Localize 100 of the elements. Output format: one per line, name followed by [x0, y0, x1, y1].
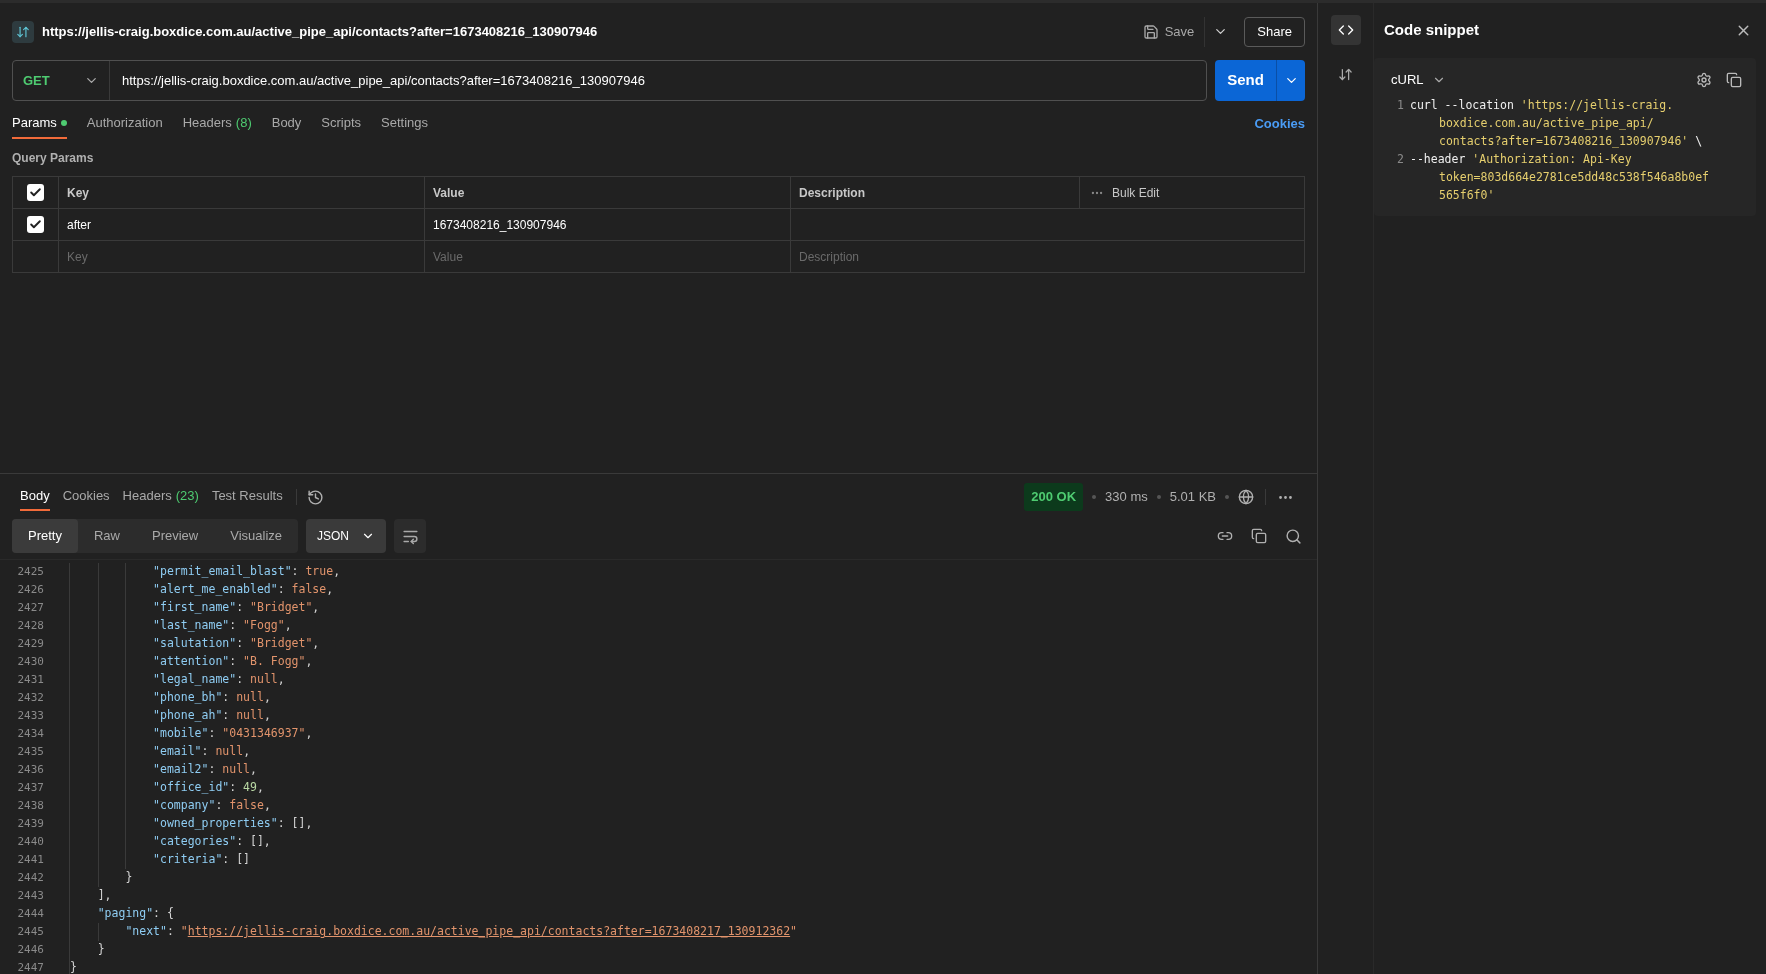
- check-icon: [29, 186, 42, 199]
- request-tab[interactable]: Params: [12, 109, 67, 139]
- status-badge: 200 OK: [1024, 483, 1084, 511]
- code-line: "email": null,: [152, 743, 251, 761]
- code-line: "criteria": []: [152, 851, 251, 869]
- line-number: 2430: [16, 653, 44, 670]
- url-bar[interactable]: GET https://jellis-craig.boxdice.com.au/active_pipe_api/contacts?after=1673408216_130907946: [12, 60, 1207, 101]
- code-line: }: [124, 869, 133, 887]
- copy-icon[interactable]: [1251, 528, 1267, 544]
- request-tab[interactable]: Settings: [381, 109, 429, 139]
- history-icon[interactable]: [306, 488, 324, 506]
- line-number: 2444: [16, 905, 44, 922]
- send-button[interactable]: Send: [1215, 60, 1277, 101]
- save-button[interactable]: Save: [1140, 16, 1197, 47]
- code-line: "paging": {: [96, 905, 174, 923]
- line-number: 2438: [16, 797, 44, 814]
- share-button[interactable]: Share: [1244, 16, 1305, 47]
- request-title: https://jellis-craig.boxdice.com.au/active_pipe_api/contacts?after=1673408216_130907946: [42, 22, 598, 41]
- code-line: "email2": null,: [152, 761, 257, 779]
- line-number: 2428: [16, 617, 44, 634]
- column-header: Key: [58, 177, 424, 208]
- method-select[interactable]: GET: [13, 61, 110, 100]
- line-number: 2436: [16, 761, 44, 778]
- request-tab[interactable]: Headers (8): [182, 109, 252, 139]
- code-line: --header 'Authorization: Api-Key: [1410, 150, 1632, 168]
- globe-icon[interactable]: [1238, 489, 1254, 505]
- column-header: Description: [790, 177, 1079, 208]
- line-number: 2440: [16, 833, 44, 850]
- line-number: 2441: [16, 851, 44, 868]
- section-title: Query Params: [12, 150, 95, 167]
- line-number: 2427: [16, 599, 44, 616]
- panel-title: Code snippet: [1384, 20, 1479, 41]
- code-line: "phone_ah": null,: [152, 707, 271, 725]
- line-number: 2435: [16, 743, 44, 760]
- line-number: 2442: [16, 869, 44, 886]
- format-select[interactable]: JSON: [306, 519, 387, 553]
- code-line: contacts?after=1673408216_130907946' \: [1438, 132, 1703, 150]
- response-tab[interactable]: Body: [20, 483, 50, 511]
- line-number: 2446: [16, 941, 44, 958]
- code-line: "last_name": "Fogg",: [152, 617, 292, 635]
- code-line: "legal_name": null,: [152, 671, 285, 689]
- save-icon: [1142, 23, 1159, 40]
- code-line: "company": false,: [152, 797, 271, 815]
- response-tab[interactable]: Headers (23): [122, 483, 199, 511]
- line-number: 2443: [16, 887, 44, 904]
- checkbox[interactable]: [27, 184, 44, 201]
- code-line: }: [96, 941, 105, 959]
- checkbox[interactable]: [27, 216, 44, 233]
- code-line: ],: [96, 887, 112, 905]
- code-line: "attention": "B. Fogg",: [152, 653, 313, 671]
- view-mode-tab[interactable]: Raw: [77, 519, 136, 553]
- code-line: boxdice.com.au/active_pipe_api/: [1438, 114, 1654, 132]
- swap-icon[interactable]: [1338, 67, 1353, 82]
- view-mode-tab[interactable]: Preview: [136, 519, 215, 553]
- copy-icon[interactable]: [1726, 71, 1742, 88]
- line-number: 2: [1397, 151, 1404, 166]
- language-select[interactable]: cURL: [1388, 70, 1446, 90]
- wrap-button[interactable]: [394, 519, 427, 553]
- request-tab[interactable]: Scripts: [321, 109, 362, 139]
- code-line: "next": "https://jellis-craig.boxdice.com.au/active_pipe_api/contacts?after=1673408217_130912362": [124, 923, 798, 941]
- cookies-link[interactable]: Cookies: [1254, 114, 1305, 134]
- code-line: curl --location 'https://jellis-craig.: [1410, 96, 1674, 114]
- line-number: 2425: [16, 563, 44, 580]
- code-icon[interactable]: [1330, 15, 1361, 45]
- code-line: "permit_email_blast": true,: [152, 563, 341, 581]
- response-tab[interactable]: Cookies: [62, 483, 110, 511]
- bulk-edit-button[interactable]: Bulk Edit: [1079, 177, 1304, 208]
- view-mode-tab[interactable]: Pretty: [12, 519, 78, 553]
- line-number: 1: [1397, 97, 1404, 112]
- code-line: 565f6f0': [1438, 186, 1495, 204]
- response-tab[interactable]: Test Results: [211, 483, 283, 511]
- line-number: 2433: [16, 707, 44, 724]
- code-line: }: [70, 959, 77, 974]
- settings-icon[interactable]: [1696, 71, 1712, 88]
- view-mode-tab[interactable]: Visualize: [214, 519, 299, 553]
- code-line: "first_name": "Bridget",: [152, 599, 320, 617]
- line-number: 2432: [16, 689, 44, 706]
- line-number: 2445: [16, 923, 44, 940]
- code-line: "alert_me_enabled": false,: [152, 581, 334, 599]
- code-line: "mobile": "0431346937",: [152, 725, 313, 743]
- response-size: 5.01 KB: [1169, 488, 1216, 507]
- url-text[interactable]: https://jellis-craig.boxdice.com.au/active_pipe_api/contacts?after=1673408216_130907946: [110, 70, 645, 91]
- line-number: 2429: [16, 635, 44, 652]
- code-line: "phone_bh": null,: [152, 689, 271, 707]
- line-number: 2439: [16, 815, 44, 832]
- code-line: "salutation": "Bridget",: [152, 635, 320, 653]
- code-line: "office_id": 49,: [152, 779, 264, 797]
- code-line: token=803d664e2781ce5dd48c538f546a8b0ef: [1438, 168, 1710, 186]
- key-cell[interactable]: after: [58, 209, 424, 240]
- request-tab[interactable]: Body: [271, 109, 302, 139]
- code-line: "categories": [],: [152, 833, 271, 851]
- line-number: 2431: [16, 671, 44, 688]
- column-header: Value: [424, 177, 790, 208]
- line-number: 2447: [16, 959, 44, 974]
- request-tab[interactable]: Authorization: [86, 109, 163, 139]
- line-number: 2434: [16, 725, 44, 742]
- response-time: 330 ms: [1105, 488, 1148, 507]
- value-cell[interactable]: 1673408216_130907946: [424, 209, 790, 240]
- search-icon[interactable]: [1285, 527, 1302, 545]
- line-number: 2437: [16, 779, 44, 796]
